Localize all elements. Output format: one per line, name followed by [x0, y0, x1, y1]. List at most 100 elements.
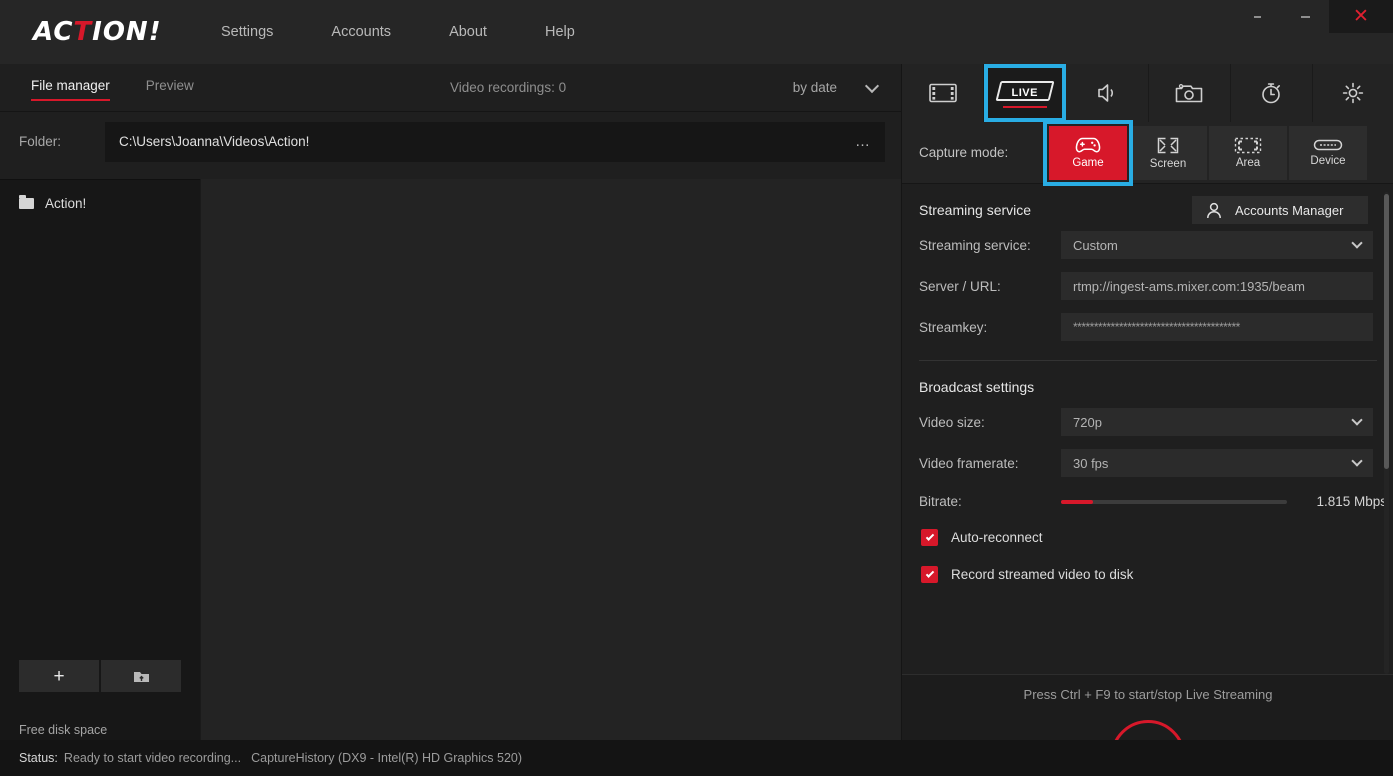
tab-screenshot[interactable] — [1149, 64, 1231, 122]
folder-path-input[interactable]: C:\Users\Joanna\Videos\Action! … — [105, 121, 885, 162]
live-badge-label: LIVE — [1011, 87, 1038, 99]
live-hotkey-hint: Press Ctrl + F9 to start/stop Live Strea… — [1023, 687, 1273, 702]
right-panel: LIVE Capture mode: Game Screen Area Devi… — [901, 64, 1393, 776]
device-icon — [1313, 139, 1343, 151]
window-controls: ✕ — [1233, 0, 1393, 64]
auto-reconnect-checkbox[interactable] — [921, 529, 938, 546]
record-to-disk-label[interactable]: Record streamed video to disk — [951, 567, 1133, 582]
mode-toolbar: LIVE — [902, 64, 1393, 122]
menu-settings[interactable]: Settings — [221, 16, 273, 48]
sort-by-label: by date — [792, 80, 837, 95]
folder-tree-sidebar: Action! + Free disk space 24. — [0, 179, 200, 776]
menu-about[interactable]: About — [449, 16, 487, 48]
chevron-down-icon — [864, 78, 880, 93]
open-folder-button[interactable] — [101, 660, 181, 692]
server-url-label: Server / URL: — [919, 278, 1001, 294]
record-to-disk-row: Record streamed video to disk — [902, 566, 1393, 583]
bitrate-field: Bitrate: 1.815 Mbps — [902, 494, 1393, 509]
tab-benchmark[interactable] — [1231, 64, 1313, 122]
capture-mode-game[interactable]: Game — [1043, 119, 1133, 186]
tab-file-manager[interactable]: File manager — [31, 78, 110, 101]
broadcast-settings-section-title: Broadcast settings — [919, 379, 1035, 395]
scrollbar-thumb[interactable] — [1384, 194, 1389, 469]
streaming-service-field: Streaming service: Custom — [902, 231, 1393, 259]
tree-item-action[interactable]: Action! — [19, 195, 200, 211]
chevron-down-icon — [1351, 414, 1363, 426]
fullscreen-icon — [1157, 137, 1179, 153]
add-folder-button[interactable]: + — [19, 660, 99, 692]
capture-mode-area[interactable]: Area — [1209, 125, 1287, 180]
tab-audio[interactable] — [1066, 64, 1149, 122]
capture-mode-screen-label: Screen — [1149, 157, 1187, 170]
video-size-select[interactable]: 720p — [1061, 408, 1373, 436]
tree-item-label: Action! — [45, 196, 87, 211]
capture-mode-area-label: Area — [1235, 156, 1261, 169]
logo-part-1: AC — [33, 17, 74, 47]
file-manager-tabbar: File manager Preview Video recordings: 0… — [0, 64, 901, 112]
camera-icon — [1175, 83, 1203, 102]
streamkey-field: Streamkey: *****************************… — [902, 313, 1393, 341]
user-icon — [1207, 202, 1221, 218]
live-settings-scroll-panel: Streaming service Accounts Manager Strea… — [902, 184, 1393, 674]
free-disk-space-label: Free disk space — [19, 723, 108, 737]
title-bar: AC T ION! Settings Accounts About Help ✕ — [0, 0, 1393, 64]
streaming-service-value: Custom — [1073, 237, 1118, 253]
tab-live[interactable]: LIVE — [984, 64, 1067, 122]
accounts-manager-button[interactable]: Accounts Manager — [1192, 196, 1368, 224]
capture-mode-screen[interactable]: Screen — [1129, 125, 1207, 180]
auto-reconnect-label[interactable]: Auto-reconnect — [951, 530, 1043, 545]
menu-accounts[interactable]: Accounts — [331, 16, 391, 48]
capture-mode-game-label: Game — [1072, 157, 1104, 169]
auto-reconnect-row: Auto-reconnect — [902, 529, 1393, 546]
sort-by-dropdown[interactable]: by date — [792, 78, 880, 95]
plus-icon: + — [53, 665, 65, 687]
video-recordings-count: Video recordings: 0 — [450, 80, 567, 95]
tab-recording[interactable] — [902, 64, 985, 122]
minimize-tray-icon — [1253, 15, 1261, 18]
app-logo: AC T ION! — [33, 17, 163, 47]
accounts-manager-label: Accounts Manager — [1235, 202, 1344, 218]
bitrate-value: 1.815 Mbps — [1316, 494, 1387, 509]
streamkey-input[interactable]: **************************************** — [1061, 313, 1373, 341]
status-label: Status: — [19, 751, 58, 765]
section-divider — [919, 360, 1377, 361]
folder-icon — [19, 195, 34, 209]
server-url-input[interactable]: rtmp://ingest-ams.mixer.com:1935/beam — [1061, 272, 1373, 300]
server-url-value: rtmp://ingest-ams.mixer.com:1935/beam — [1073, 278, 1305, 294]
streaming-service-label: Streaming service: — [919, 237, 1031, 253]
capture-mode-device[interactable]: Device — [1289, 125, 1367, 180]
chevron-down-icon — [1351, 237, 1363, 249]
check-icon — [925, 568, 934, 578]
video-size-field: Video size: 720p — [902, 408, 1393, 436]
folder-browse-button[interactable]: … — [855, 133, 871, 150]
video-framerate-value: 30 fps — [1073, 455, 1109, 471]
gamepad-icon — [1075, 137, 1101, 153]
server-url-field: Server / URL: rtmp://ingest-ams.mixer.co… — [902, 272, 1393, 300]
capture-mode-row: Capture mode: Game Screen Area Device — [902, 119, 1393, 186]
logo-part-2: ION! — [92, 17, 162, 47]
close-icon: ✕ — [1353, 6, 1369, 27]
tab-preview[interactable]: Preview — [146, 78, 194, 98]
area-select-icon — [1234, 137, 1262, 153]
bitrate-slider[interactable] — [1061, 499, 1287, 504]
record-to-disk-checkbox[interactable] — [921, 566, 938, 583]
close-button[interactable]: ✕ — [1329, 0, 1393, 33]
streaming-service-select[interactable]: Custom — [1061, 231, 1373, 259]
streamkey-value: **************************************** — [1073, 320, 1240, 334]
video-framerate-select[interactable]: 30 fps — [1061, 449, 1373, 477]
folder-bar: Folder: C:\Users\Joanna\Videos\Action! … — [0, 112, 901, 171]
menu-help[interactable]: Help — [545, 16, 575, 48]
live-icon: LIVE — [995, 81, 1055, 108]
main-menu: Settings Accounts About Help — [221, 16, 633, 48]
status-capture-info: CaptureHistory (DX9 - Intel(R) HD Graphi… — [251, 751, 523, 765]
capture-mode-buttons: Game Screen Area Device — [1043, 119, 1367, 186]
right-panel-scrollbar[interactable] — [1384, 192, 1389, 674]
action-app-window: AC T ION! Settings Accounts About Help ✕ F… — [0, 0, 1393, 776]
tab-settings[interactable] — [1313, 64, 1393, 122]
minimize-button[interactable] — [1281, 0, 1329, 33]
minimize-to-tray-button[interactable] — [1233, 0, 1281, 33]
recordings-list-area[interactable] — [200, 179, 901, 744]
bitrate-label: Bitrate: — [919, 494, 962, 509]
bitrate-slider-fill — [1061, 499, 1093, 504]
open-folder-icon — [133, 671, 149, 682]
